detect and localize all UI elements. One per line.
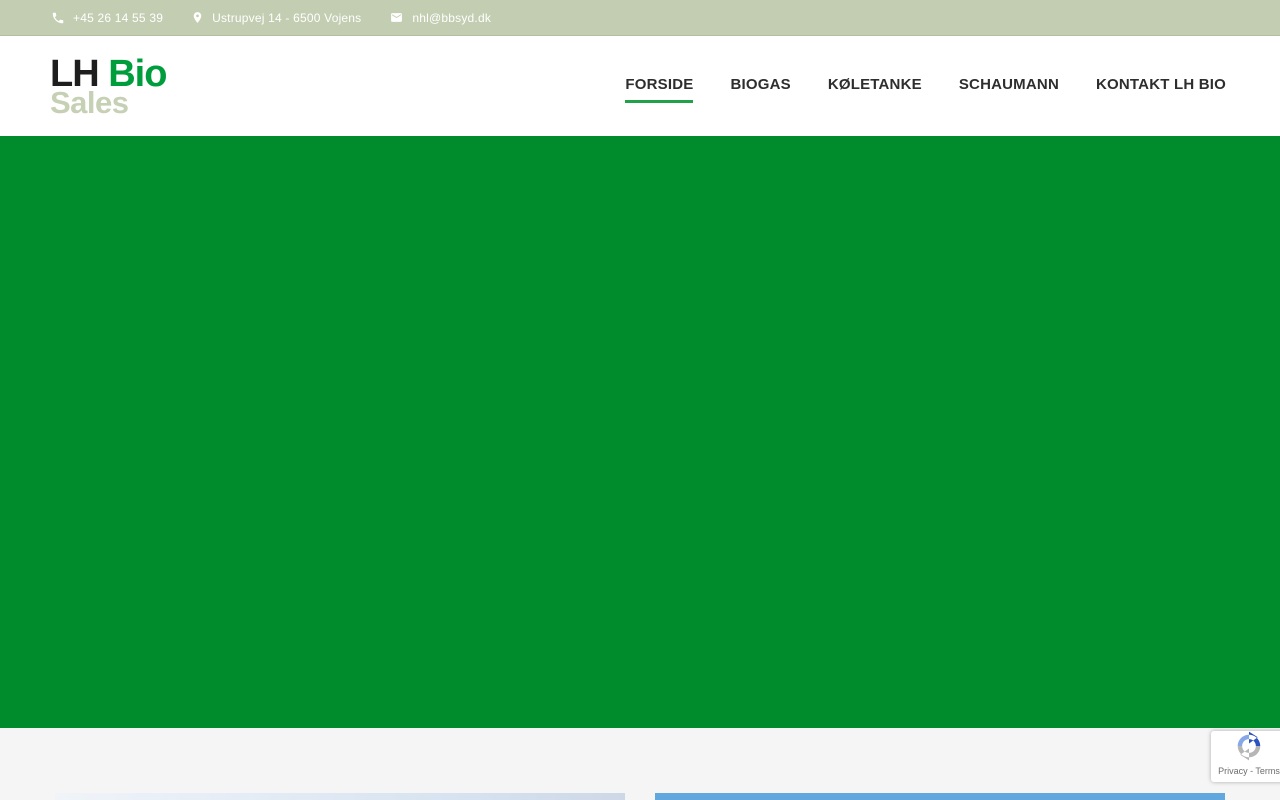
- mail-icon: [389, 11, 404, 24]
- topbar-email-link[interactable]: nhl@bbsyd.dk: [389, 11, 491, 25]
- hero-slider: [0, 136, 1280, 728]
- topbar-email-text: nhl@bbsyd.dk: [412, 10, 492, 25]
- phone-icon: [51, 11, 65, 25]
- nav-item-forside[interactable]: FORSIDE: [625, 70, 694, 103]
- topbar-address-text: Ustrupvej 14 - 6500 Vojens: [212, 10, 362, 25]
- topbar-phone-text: +45 26 14 55 39: [73, 10, 164, 25]
- site-header: LH Bio Sales FORSIDE BIOGAS KØLETANKE SC…: [0, 36, 1280, 136]
- location-pin-icon: [191, 10, 204, 25]
- site-logo[interactable]: LH Bio Sales: [50, 55, 167, 118]
- card-row: [55, 728, 1225, 800]
- recaptcha-privacy-terms-link[interactable]: Privacy - Terms: [1211, 767, 1280, 776]
- nav-item-kontakt[interactable]: KONTAKT LH BIO: [1096, 70, 1226, 103]
- main-nav: FORSIDE BIOGAS KØLETANKE SCHAUMANN KONTA…: [625, 70, 1226, 103]
- nav-item-koletanke[interactable]: KØLETANKE: [828, 70, 922, 103]
- recaptcha-icon: [1234, 731, 1264, 765]
- sky-image: [55, 793, 625, 800]
- content-section: [0, 728, 1280, 800]
- topbar-phone-link[interactable]: +45 26 14 55 39: [51, 11, 163, 25]
- recaptcha-badge[interactable]: Privacy - Terms: [1211, 731, 1280, 782]
- blue-image: [655, 793, 1225, 800]
- topbar: +45 26 14 55 39 Ustrupvej 14 - 6500 Voje…: [0, 0, 1280, 36]
- nav-item-biogas[interactable]: BIOGAS: [730, 70, 790, 103]
- nav-item-schaumann[interactable]: SCHAUMANN: [959, 70, 1059, 103]
- topbar-address: Ustrupvej 14 - 6500 Vojens: [191, 10, 361, 25]
